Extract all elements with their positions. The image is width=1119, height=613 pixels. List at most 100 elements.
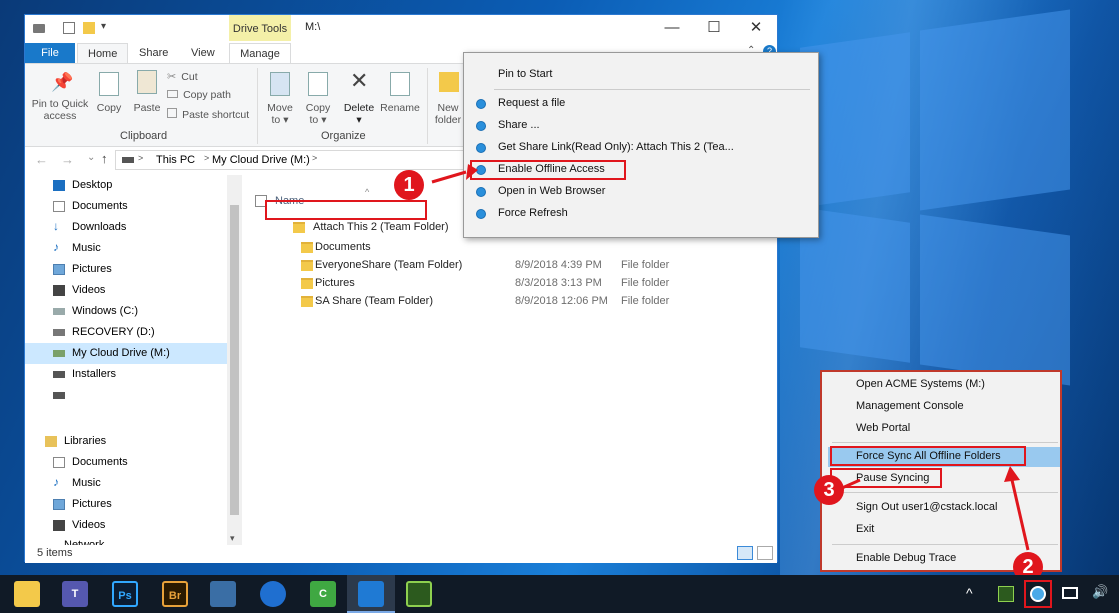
move-to-button[interactable]: Move to ▾ (263, 66, 297, 128)
ctx-share[interactable]: Share ... (498, 119, 540, 131)
nav-item-label: Downloads (72, 221, 127, 233)
paste-button[interactable]: Paste (129, 66, 165, 126)
tray-app-icon[interactable] (998, 586, 1014, 602)
delete-button[interactable]: ✕ Delete ▾ (341, 66, 377, 128)
up-button[interactable]: ↑ (101, 151, 108, 166)
qat-dropdown-icon[interactable]: ▾ (101, 21, 106, 32)
nav-item-desktop[interactable]: Desktop (25, 175, 227, 196)
tray-open-acme[interactable]: Open ACME Systems (M:) (856, 378, 985, 390)
nav-scrollbar[interactable]: ▾ (227, 175, 242, 547)
new-folder-ribbon-icon (439, 72, 459, 92)
paste-shortcut-button[interactable]: Paste shortcut (167, 108, 249, 124)
tab-file[interactable]: File (25, 43, 75, 63)
breadcrumb-this-pc[interactable]: This PC (156, 154, 195, 166)
scrollbar-thumb[interactable] (230, 205, 239, 515)
nav-item-lib-music[interactable]: ♪ Music (25, 473, 227, 494)
nav-item-label: Windows (C:) (72, 305, 139, 317)
nav-item-lib-documents[interactable]: Documents (25, 452, 227, 473)
vscode-taskbar-slot[interactable] (347, 575, 395, 613)
ctx-open-web-browser[interactable]: Open in Web Browser (498, 185, 605, 197)
paste-icon (137, 70, 157, 94)
nav-item-libraries[interactable]: Libraries (25, 431, 227, 452)
nav-item-windows-c[interactable]: Windows (C:) (25, 301, 227, 322)
window-title: M:\ (305, 21, 321, 33)
tab-share[interactable]: Share (129, 43, 178, 63)
large-icons-view-icon[interactable] (757, 546, 773, 560)
tab-view[interactable]: View (181, 43, 225, 63)
remote-desktop-icon[interactable] (210, 581, 236, 607)
nav-item-recovery-d[interactable]: RECOVERY (D:) (25, 322, 227, 343)
nav-item-label: Music (72, 477, 101, 489)
tray-web-portal[interactable]: Web Portal (856, 422, 910, 434)
properties-icon[interactable] (63, 22, 75, 34)
file-explorer-icon[interactable] (14, 581, 40, 607)
nav-item-videos[interactable]: Videos (25, 280, 227, 301)
tray-chevron-icon[interactable]: ^ (966, 585, 973, 601)
network-tray-icon[interactable] (1062, 587, 1078, 599)
tray-exit[interactable]: Exit (856, 523, 874, 535)
close-button[interactable]: ✕ (735, 15, 777, 43)
windows-logo-pane (920, 214, 1070, 386)
nav-item-my-cloud-drive[interactable]: My Cloud Drive (M:) (25, 343, 227, 364)
ctx-get-share-link[interactable]: Get Share Link(Read Only): Attach This 2… (498, 141, 734, 153)
rename-button[interactable]: Rename (379, 66, 421, 128)
file-row[interactable]: Documents (289, 237, 689, 257)
minimize-button[interactable]: — (651, 15, 693, 43)
pictures-icon (53, 264, 65, 275)
copy-button[interactable]: Copy (93, 66, 125, 126)
item-count: 5 items (37, 547, 73, 559)
photoshop-icon[interactable]: Ps (112, 581, 138, 607)
cut-button[interactable]: ✂ Cut (167, 70, 198, 86)
new-folder-icon[interactable] (83, 22, 95, 34)
copy-path-icon (167, 90, 178, 98)
copy-path-button[interactable]: Copy path (167, 89, 231, 105)
details-view-icon[interactable] (737, 546, 753, 560)
nav-item-lib-videos[interactable]: Videos (25, 515, 227, 536)
nav-item-label: Documents (72, 456, 128, 468)
pin-to-quick-access-button[interactable]: 📌 Pin to Quick access (29, 66, 91, 128)
forward-button[interactable]: → (61, 152, 74, 167)
snip-icon[interactable] (406, 581, 432, 607)
documents-icon (53, 457, 65, 468)
ctx-force-refresh[interactable]: Force Refresh (498, 207, 568, 219)
file-row[interactable]: SA Share (Team Folder) 8/9/2018 12:06 PM… (289, 291, 729, 311)
nav-item-network-drive[interactable] (25, 385, 227, 406)
cloud-sync-tray-icon[interactable] (1030, 586, 1046, 602)
file-row[interactable]: Attach This 2 (Team Folder) (289, 217, 451, 237)
new-folder-button[interactable]: New folder (431, 66, 465, 128)
recent-locations-button[interactable]: ⌄ (87, 152, 95, 163)
window-icon (33, 24, 45, 33)
tray-enable-debug-trace[interactable]: Enable Debug Trace (856, 552, 956, 564)
nav-item-downloads[interactable]: ↓ Downloads (25, 217, 227, 238)
music-icon: ♪ (53, 475, 59, 489)
camtasia-icon[interactable]: C (310, 581, 336, 607)
copy-to-button[interactable]: Copy to ▾ (301, 66, 335, 128)
speaker-icon[interactable]: 🔊 (1092, 584, 1108, 600)
ctx-pin-to-start[interactable]: Pin to Start (498, 68, 552, 80)
maximize-button[interactable]: ☐ (693, 15, 735, 43)
nav-item-pictures[interactable]: Pictures (25, 259, 227, 280)
ctx-request-file[interactable]: Request a file (498, 97, 565, 109)
team-folder-icon (293, 222, 305, 233)
teams-icon[interactable]: T (62, 581, 88, 607)
tray-management-console[interactable]: Management Console (856, 400, 964, 412)
tab-home[interactable]: Home (77, 43, 129, 63)
maps-icon[interactable] (260, 581, 286, 607)
breadcrumb-cloud-drive[interactable]: My Cloud Drive (M:) (212, 154, 310, 166)
new-folder-label: New folder (434, 102, 462, 126)
scroll-down-icon[interactable]: ▾ (230, 533, 235, 544)
sort-indicator-icon: ^ (365, 187, 370, 197)
nav-item-installers[interactable]: Installers (25, 364, 227, 385)
nav-item-lib-pictures[interactable]: Pictures (25, 494, 227, 515)
file-name: Documents (315, 241, 371, 253)
nav-item-music[interactable]: ♪ Music (25, 238, 227, 259)
nav-item-documents[interactable]: Documents (25, 196, 227, 217)
back-button[interactable]: ← (35, 152, 48, 167)
clipboard-group-label: Clipboard (120, 130, 168, 142)
file-row[interactable]: Pictures 8/3/2018 3:13 PM File folder (289, 273, 729, 293)
tray-sign-out[interactable]: Sign Out user1@cstack.local (856, 501, 997, 513)
file-row[interactable]: EveryoneShare (Team Folder) 8/9/2018 4:3… (289, 255, 729, 275)
cloud-icon (476, 99, 486, 109)
bridge-icon[interactable]: Br (162, 581, 188, 607)
tab-manage[interactable]: Manage (229, 43, 291, 63)
